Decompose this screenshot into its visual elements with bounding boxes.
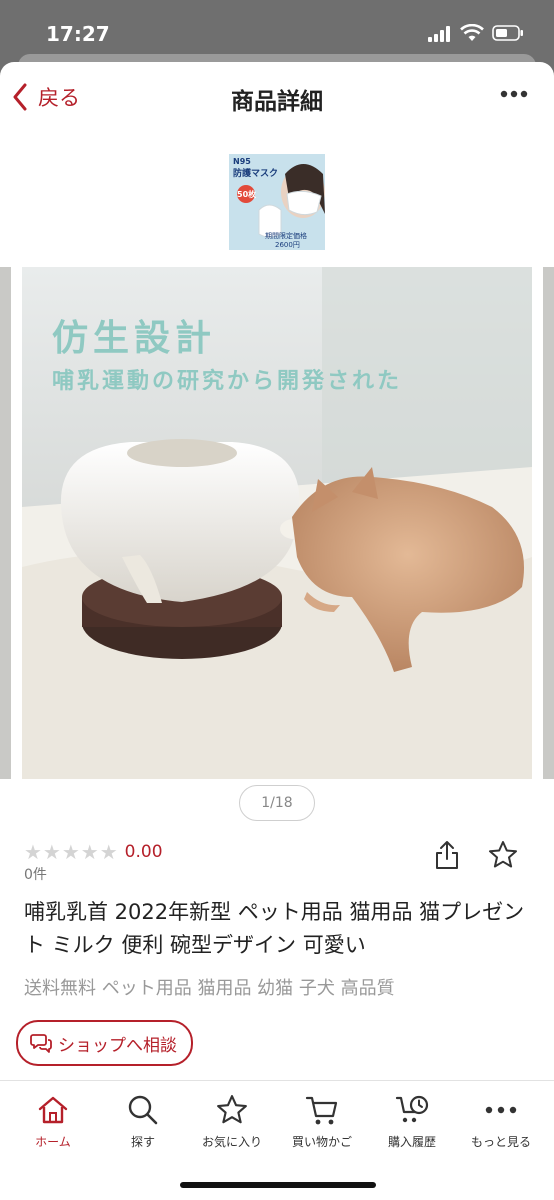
tab-home-label: ホーム [35,1135,71,1149]
product-title: 哺乳乳首 2022年新型 ペット用品 猫用品 猫プレゼント ミルク 便利 碗型デ… [24,900,525,957]
chat-icon [30,1034,52,1053]
product-image-carousel[interactable]: 仿生設計 哺乳運動の研究から開発された [0,267,554,779]
tab-search-label: 探す [130,1135,155,1149]
rating: ★★★★★ 0.00 [24,840,163,864]
share-icon[interactable] [434,840,460,870]
tab-more[interactable]: もっと見る [455,1093,547,1150]
ad-label: N95 [233,157,251,166]
ad-price-note: 期間限定価格 [265,231,307,240]
tab-home[interactable]: ホーム [7,1093,99,1150]
home-icon [38,1096,68,1124]
wifi-icon [460,24,484,41]
image-subline: 哺乳運動の研究から開発された [52,369,403,394]
product-tags: 送料無料 ペット用品 猫用品 幼猫 子犬 高品質 [24,978,395,999]
ad-price: 2600円 [275,241,300,249]
status-time: 17:27 [46,22,110,46]
star-icon [217,1095,247,1124]
search-icon [128,1095,158,1125]
review-count[interactable]: 0件 [24,864,47,884]
page-title: 商品詳細 [231,89,323,115]
tab-favorites[interactable]: お気に入り [186,1093,278,1150]
product-detail-sheet: 戻る 商品詳細 N95 防護マスク 50枚 期間限定価格 2600円 仿生設計 … [0,62,554,1200]
tab-history-label: 購入履歴 [387,1135,436,1149]
battery-icon [492,25,523,41]
image-counter: 1/18 [239,785,315,821]
ad-badge: 50枚 [237,189,256,199]
nav-bar: 戻る 商品詳細 [0,62,554,132]
shop-consult-label: ショップへ相談 [58,1035,177,1056]
tab-cart-label: 買い物かご [291,1135,352,1149]
favorite-star-icon[interactable] [488,840,518,870]
tab-cart[interactable]: 買い物かご [276,1093,368,1150]
ad-banner[interactable]: N95 防護マスク 50枚 期間限定価格 2600円 [229,154,325,250]
tab-more-label: もっと見る [470,1135,531,1149]
prev-image-peek[interactable] [0,267,11,779]
shop-consult-button[interactable]: ショップへ相談 [16,1020,193,1066]
signal-icon [428,26,450,42]
mask-ad-image: N95 防護マスク 50枚 期間限定価格 2600円 [229,154,325,250]
product-image[interactable]: 仿生設計 哺乳運動の研究から開発された [22,267,532,779]
next-image-peek[interactable] [543,267,554,779]
more-icon [485,1106,517,1114]
ad-title: 防護マスク [233,167,278,179]
rating-stars: ★★★★★ [24,840,119,864]
history-icon [395,1095,429,1123]
more-options-icon[interactable] [500,90,528,98]
image-headline: 仿生設計 [52,318,217,359]
tab-history[interactable]: 購入履歴 [366,1093,458,1150]
home-indicator [180,1182,376,1188]
tab-search[interactable]: 探す [97,1093,189,1150]
tab-favorites-label: お気に入り [201,1135,262,1149]
rating-value: 0.00 [124,842,163,862]
cart-icon [305,1096,338,1125]
